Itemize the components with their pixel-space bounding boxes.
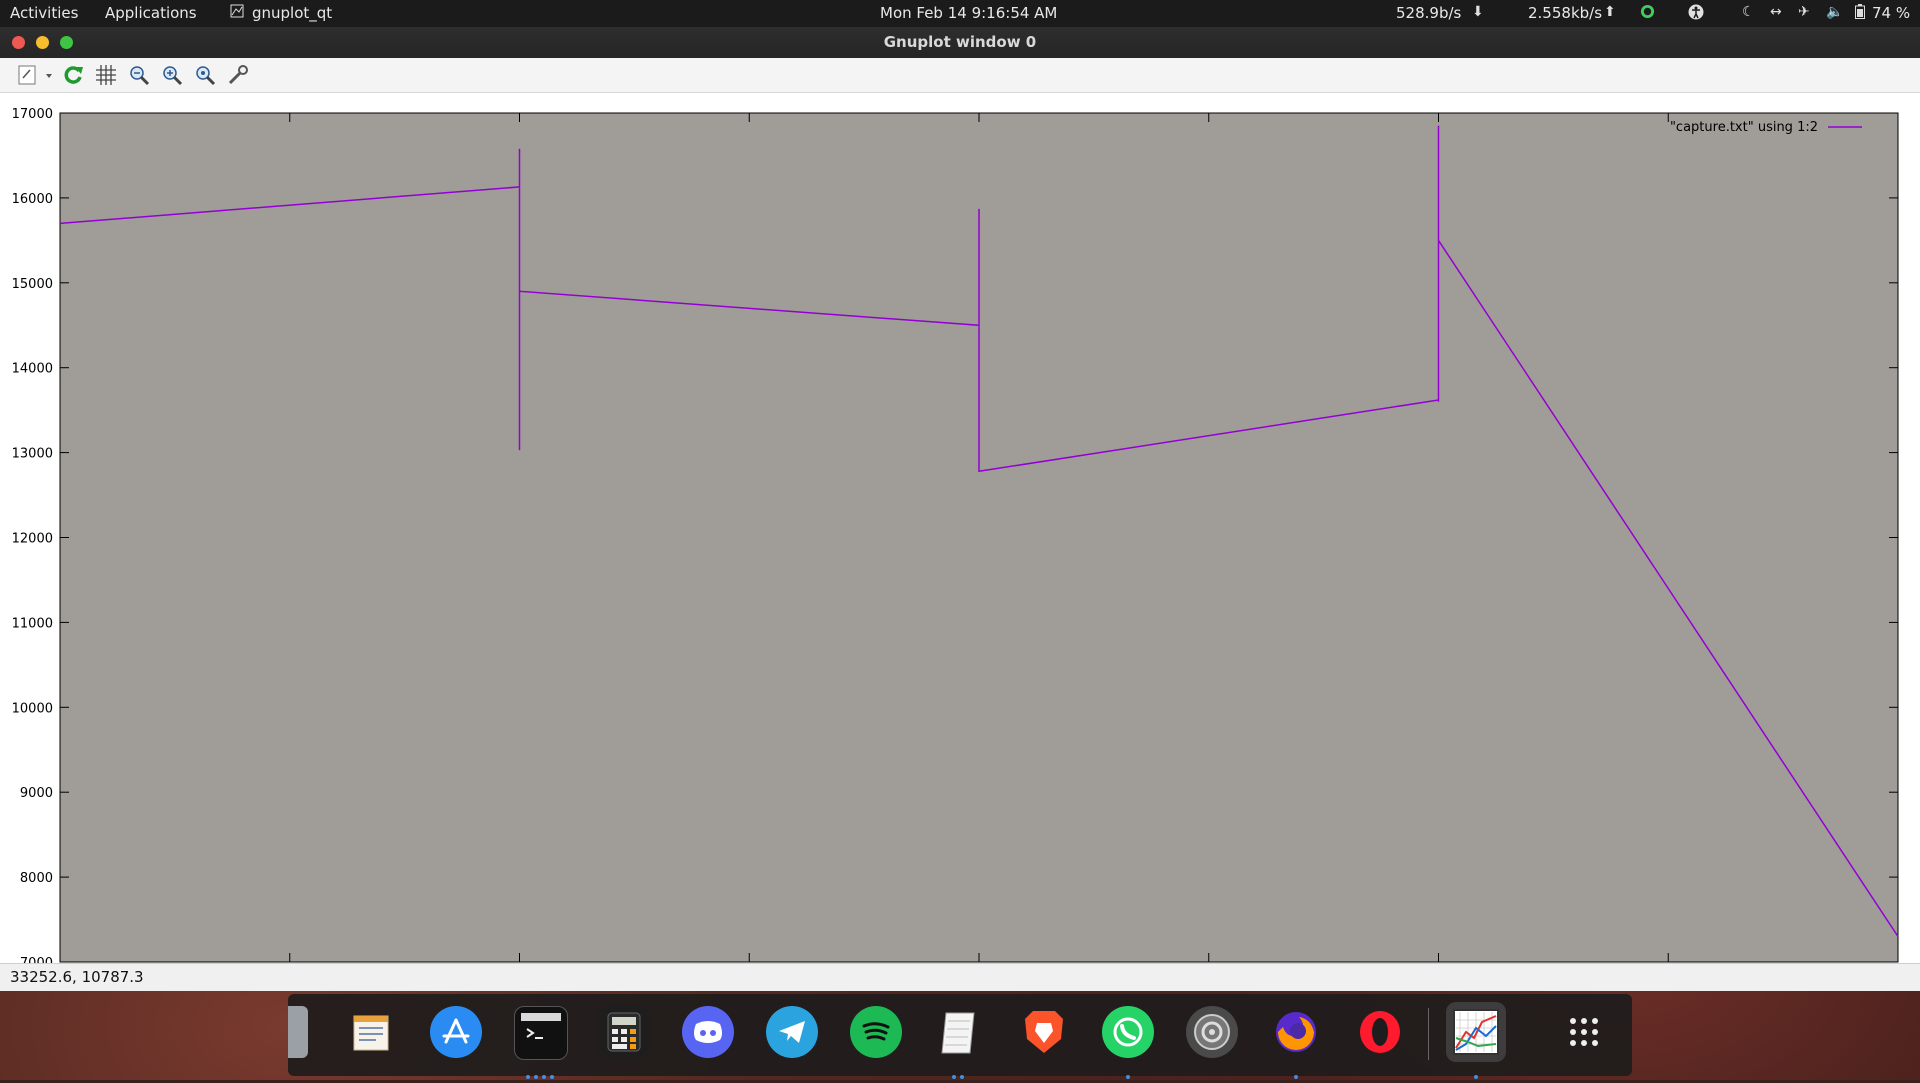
top-bar: Activities Applications gnuplot_qt Mon F… — [0, 0, 1920, 27]
y-tick-label: 17000 — [12, 107, 53, 122]
system-settings-icon[interactable] — [1186, 1006, 1238, 1058]
accessibility-icon[interactable] — [1688, 4, 1704, 24]
discord-icon[interactable] — [682, 1006, 734, 1058]
applications-menu[interactable]: Applications — [105, 4, 197, 22]
upload-rate: 2.558kb/s — [1528, 4, 1603, 22]
zoom-autoscale-button[interactable] — [193, 63, 217, 87]
whatsapp-icon[interactable] — [1102, 1006, 1154, 1058]
app-store-icon[interactable] — [430, 1006, 482, 1058]
gnuplot-window: Gnuplot window 0 7000 8000 9000 10000 11000 1… — [0, 27, 1920, 991]
firefox-running-indicator — [1292, 1064, 1300, 1079]
zoom-next-button[interactable] — [160, 63, 184, 87]
maximize-window-button[interactable] — [60, 36, 73, 49]
legend-label: "capture.txt" using 1:2 — [1670, 120, 1818, 135]
upload-arrow-icon: ⬆ — [1604, 4, 1616, 20]
notes-running-indicator — [950, 1064, 966, 1079]
calculator-icon[interactable] — [598, 1006, 650, 1058]
minimize-window-button[interactable] — [36, 36, 49, 49]
terminal-running-indicator — [524, 1064, 556, 1079]
window-title: Gnuplot window 0 — [883, 33, 1037, 51]
terminal-icon[interactable] — [514, 1006, 568, 1060]
y-tick-label: 16000 — [12, 192, 53, 207]
zoom-autoscale-icon — [196, 66, 216, 86]
airplane-icon[interactable]: ✈ — [1798, 4, 1810, 20]
export-button[interactable] — [14, 63, 54, 87]
activities-button[interactable]: Activities — [10, 4, 78, 22]
notes-icon[interactable] — [934, 1006, 986, 1058]
window-titlebar[interactable]: Gnuplot window 0 — [0, 27, 1920, 58]
y-tick-label: 10000 — [12, 701, 53, 716]
app-menu[interactable]: gnuplot_qt — [252, 4, 332, 22]
finder-partial-icon[interactable] — [288, 1006, 308, 1058]
y-tick-label: 7000 — [20, 956, 53, 963]
line-chart[interactable]: 7000 8000 9000 10000 11000 12000 13000 14000 150… — [0, 93, 1920, 963]
y-tick-label: 13000 — [12, 447, 53, 462]
y-tick-label: 12000 — [12, 532, 53, 547]
replot-button[interactable] — [61, 63, 85, 87]
gnuplot-running-indicator — [1472, 1064, 1480, 1079]
gnuplot-tray-icon — [230, 4, 244, 22]
y-tick-label: 9000 — [20, 786, 53, 801]
y-tick-label: 14000 — [12, 362, 53, 377]
close-window-button[interactable] — [12, 36, 25, 49]
zoom-previous-button[interactable] — [127, 63, 151, 87]
firefox-icon[interactable] — [1270, 1006, 1322, 1058]
brave-browser-icon[interactable] — [1018, 1006, 1070, 1058]
export-icon — [18, 65, 52, 85]
opera-icon[interactable] — [1354, 1006, 1406, 1058]
gnuplot-app-icon[interactable] — [1446, 1002, 1506, 1062]
y-tick-label: 11000 — [12, 616, 53, 631]
toolbar — [0, 58, 1920, 93]
zoom-next-icon — [163, 66, 183, 86]
plot-area[interactable]: 7000 8000 9000 10000 11000 12000 13000 14000 150… — [0, 93, 1920, 991]
battery-percentage[interactable]: 74 % — [1872, 4, 1910, 22]
battery-icon[interactable] — [1855, 4, 1865, 23]
network-icon[interactable]: ↔ — [1770, 4, 1782, 20]
y-tick-label: 15000 — [12, 277, 53, 292]
night-light-icon[interactable]: ☾ — [1742, 4, 1755, 20]
settings-button[interactable] — [226, 63, 250, 87]
settings-wrench-icon — [228, 65, 248, 85]
dock — [288, 994, 1632, 1079]
clock[interactable]: Mon Feb 14 9:16:54 AM — [880, 4, 1057, 22]
y-tick-label: 8000 — [20, 871, 53, 886]
whatsapp-tray-icon[interactable] — [1640, 4, 1655, 23]
whatsapp-running-indicator — [1124, 1064, 1132, 1079]
mouse-coordinates: 33252.6, 10787.3 — [10, 968, 144, 986]
grid-icon — [96, 65, 116, 85]
zoom-previous-icon — [130, 66, 150, 86]
download-rate: 528.9b/s — [1396, 4, 1462, 22]
dock-separator — [1428, 1008, 1429, 1060]
status-bar: 33252.6, 10787.3 — [0, 963, 1920, 991]
telegram-icon[interactable] — [766, 1006, 818, 1058]
volume-icon[interactable]: 🔈 — [1826, 4, 1843, 20]
replot-icon — [64, 66, 83, 84]
spotify-icon[interactable] — [850, 1006, 902, 1058]
grid-toggle-button[interactable] — [94, 63, 118, 87]
download-arrow-icon: ⬇ — [1472, 4, 1484, 20]
show-applications-icon[interactable] — [1558, 1006, 1610, 1058]
text-editor-app-icon[interactable] — [346, 1006, 398, 1058]
